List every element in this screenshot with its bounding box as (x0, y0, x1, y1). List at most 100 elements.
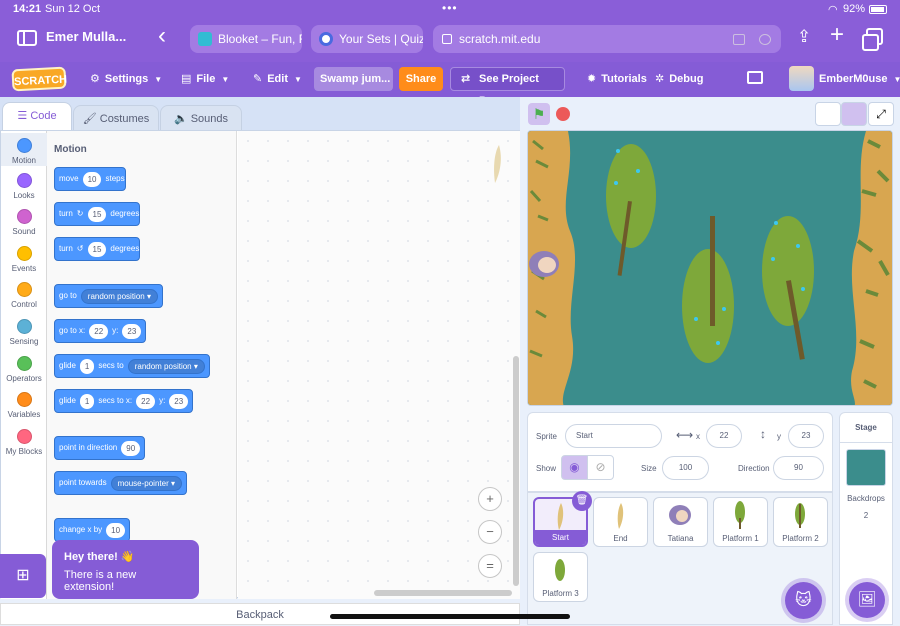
green-flag-icon[interactable]: ⚑ (528, 103, 550, 125)
sprite-item-platform-1[interactable]: Platform 1 (713, 497, 768, 547)
block-input[interactable]: 15 (87, 241, 107, 257)
block-input[interactable]: 10 (106, 522, 126, 538)
browser-toolbar: Emer Mulla... ‹ Blooket – Fun, F Your Se… (0, 20, 900, 62)
editor-tabs: ☰ Code 🖌 Costumes 🔈 Sounds (0, 97, 520, 133)
block-text: go to (59, 291, 77, 300)
debug-icon: ✲ (655, 73, 665, 85)
sidebar-toggle-icon[interactable] (17, 30, 37, 46)
block-dropdown[interactable]: mouse-pointer ▾ (110, 475, 182, 491)
category-variables[interactable]: Variables (1, 392, 47, 419)
project-title-input[interactable]: Swamp jum... (314, 67, 393, 91)
sprite-name-input[interactable]: Start (565, 424, 662, 448)
stage-canvas[interactable] (527, 130, 893, 406)
block-input[interactable]: 22 (89, 323, 109, 339)
script-workspace[interactable]: + − = (238, 131, 520, 599)
avatar[interactable] (789, 66, 814, 91)
block-input[interactable]: 22 (136, 393, 156, 409)
add-sprite-icon: 🐱 (795, 592, 812, 609)
small-stage-button[interactable] (815, 102, 841, 126)
glide-to-block[interactable]: glide 1 secs to random position ▾ (54, 354, 210, 378)
address-bar[interactable]: scratch.mit.edu (433, 25, 781, 53)
block-input[interactable]: 10 (82, 171, 102, 187)
sprite-item-end[interactable]: End (593, 497, 648, 547)
point-towards-block[interactable]: point towards mouse-pointer ▾ (54, 471, 187, 495)
delete-sprite-trash-icon[interactable]: 🗑 (572, 491, 592, 511)
category-motion[interactable]: Motion (1, 133, 47, 166)
block-input[interactable]: 1 (79, 358, 95, 374)
direction-input[interactable]: 90 (773, 456, 824, 480)
change-x-block[interactable]: change x by 10 (54, 518, 131, 542)
multitask-dots[interactable]: ••• (442, 1, 458, 15)
settings-menu[interactable]: ⚙ Settings ▼ (90, 71, 162, 88)
block-input[interactable]: 23 (122, 323, 142, 339)
file-label: File (196, 73, 216, 85)
dropdown-value: random position (134, 361, 192, 371)
y-input[interactable]: 23 (788, 424, 824, 448)
tab-sounds[interactable]: 🔈 Sounds (160, 105, 242, 133)
sprite-item-platform-3[interactable]: Platform 3 (533, 552, 588, 602)
tab-costumes[interactable]: 🖌 Costumes (73, 105, 159, 133)
block-dropdown[interactable]: random position ▾ (127, 358, 205, 374)
scratch-logo[interactable]: SCRATCH (11, 66, 67, 92)
block-input[interactable]: 15 (87, 206, 107, 222)
sprite-item-platform-2[interactable]: Platform 2 (773, 497, 828, 547)
turn-right-block[interactable]: turn ↻ 15 degrees (54, 202, 141, 226)
browser-tab-quizlet[interactable]: Your Sets | Quiz (311, 25, 423, 53)
go-to-block[interactable]: go to random position ▾ (54, 284, 163, 308)
point-direction-block[interactable]: point in direction 90 (54, 436, 146, 460)
category-operators[interactable]: Operators (1, 356, 47, 383)
hide-eye-icon[interactable]: ⊘ (587, 455, 614, 480)
y-arrows-icon: ↕ (760, 427, 766, 441)
tab-overview-icon[interactable] (862, 28, 883, 51)
workspace-horizontal-scrollbar[interactable] (374, 590, 512, 596)
move-steps-block[interactable]: move 10 steps (54, 167, 126, 191)
new-tab-icon[interactable]: + (830, 23, 844, 47)
workspace-vertical-scrollbar[interactable] (513, 356, 519, 586)
zoom-reset-button[interactable]: = (478, 554, 502, 578)
zoom-out-button[interactable]: − (478, 520, 502, 544)
block-input[interactable]: 23 (169, 393, 189, 409)
tab-code[interactable]: ☰ Code (2, 102, 72, 132)
reload-icon[interactable] (759, 34, 771, 45)
see-project-page-button[interactable]: ⇄See Project Page (450, 67, 565, 107)
x-input[interactable]: 22 (706, 424, 742, 448)
category-events[interactable]: Events (1, 246, 47, 273)
sprite-thumbnail (594, 498, 647, 531)
file-menu[interactable]: ▤ File ▼ (181, 71, 229, 88)
go-to-xy-block[interactable]: go to x: 22 y: 23 (54, 319, 147, 343)
category-looks[interactable]: Looks (1, 173, 47, 200)
category-label: Looks (13, 191, 35, 200)
turn-left-block[interactable]: turn ↺ 15 degrees (54, 237, 141, 261)
tutorials-button[interactable]: ✹ Tutorials (587, 71, 647, 87)
back-chevron-icon[interactable]: ‹ (158, 23, 166, 49)
block-input[interactable]: 1 (79, 393, 95, 409)
category-sound[interactable]: Sound (1, 209, 47, 236)
category-sensing[interactable]: Sensing (1, 319, 47, 346)
reader-icon[interactable] (733, 34, 745, 45)
show-visible-eye-icon[interactable]: ◉ (561, 455, 588, 480)
edit-menu[interactable]: ✎ Edit ▼ (253, 71, 302, 88)
zoom-in-button[interactable]: + (478, 487, 502, 511)
add-extension-button[interactable]: ⊞ (0, 554, 46, 598)
debug-button[interactable]: ✲ Debug (655, 71, 703, 87)
block-dropdown[interactable]: random position ▾ (80, 288, 158, 304)
size-input[interactable]: 100 (662, 456, 709, 480)
my-stuff-folder-icon[interactable] (747, 71, 763, 84)
share-icon[interactable]: ⇪ (797, 27, 811, 47)
add-backdrop-button[interactable]: 🖼 (849, 582, 885, 618)
category-my-blocks[interactable]: My Blocks (1, 429, 47, 456)
block-input[interactable]: 90 (121, 440, 141, 456)
fullscreen-icon[interactable]: ⤢ (868, 102, 894, 126)
extension-toast[interactable]: Hey there! 👋 There is a new extension! (52, 540, 199, 599)
normal-stage-button[interactable] (841, 102, 867, 126)
add-sprite-button[interactable]: 🐱 (785, 582, 822, 619)
browser-tab-blooket[interactable]: Blooket – Fun, F (190, 25, 302, 53)
share-button[interactable]: Share (399, 67, 443, 91)
glide-xy-block[interactable]: glide 1 secs to x: 22 y: 23 (54, 389, 194, 413)
browser-profile[interactable]: Emer Mulla... (46, 29, 126, 44)
sprite-item-tatiana[interactable]: Tatiana (653, 497, 708, 547)
stop-icon[interactable] (556, 107, 570, 121)
stage-scene (528, 131, 892, 405)
category-control[interactable]: Control (1, 282, 47, 309)
account-menu[interactable]: EmberM0use ▼ (819, 71, 900, 88)
